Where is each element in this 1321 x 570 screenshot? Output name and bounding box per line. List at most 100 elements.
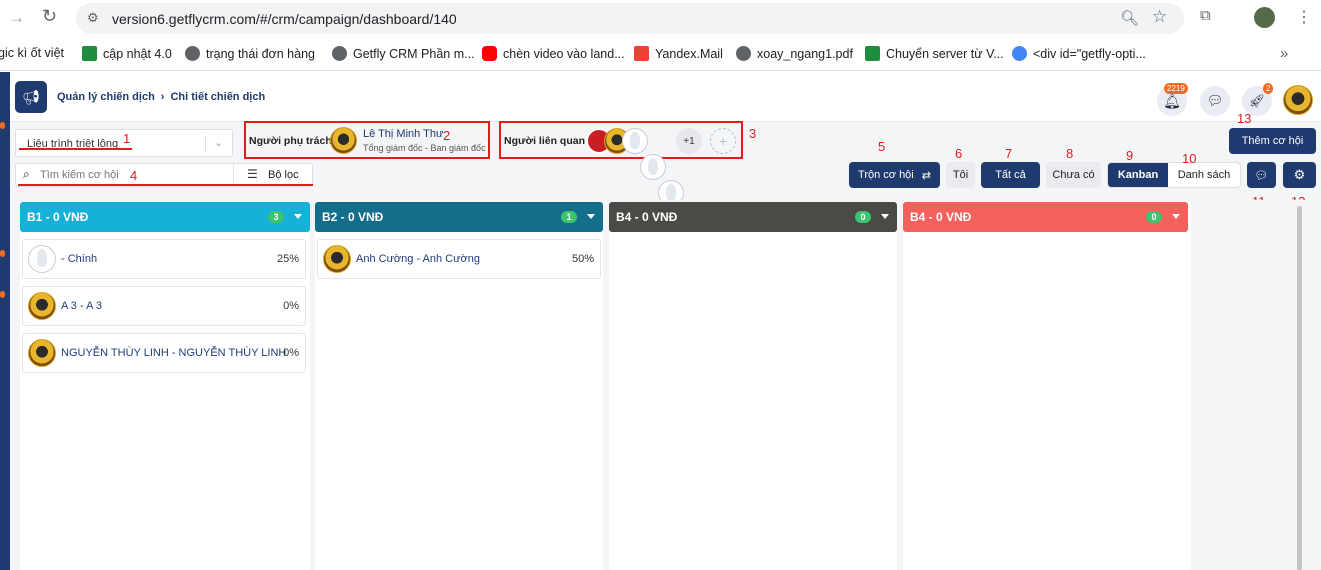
column-header[interactable]: B1 - 0 VNĐ 3 bbox=[20, 202, 310, 232]
card-percent: 0% bbox=[283, 300, 299, 312]
rocket-badge: 2 bbox=[1263, 83, 1274, 94]
bookmark-4[interactable]: chèn video vào land... bbox=[482, 46, 625, 61]
rocket-icon: 🚀︎ bbox=[1248, 93, 1266, 108]
me-filter-button[interactable]: Tôi bbox=[946, 162, 975, 188]
plus-icon: + bbox=[718, 133, 728, 149]
chevron-down-icon[interactable] bbox=[587, 214, 595, 219]
column-header[interactable]: B2 - 0 VNĐ 1 bbox=[315, 202, 603, 232]
kanban-column-b2: B2 - 0 VNĐ 1 Anh Cường - Anh Cường 50% bbox=[315, 202, 603, 570]
annotation-9: 9 bbox=[1126, 148, 1134, 163]
comments-button[interactable]: 💬︎ bbox=[1247, 162, 1276, 188]
breadcrumb-parent[interactable]: Quản lý chiến dịch bbox=[57, 91, 155, 103]
card-title[interactable]: Anh Cường - Anh Cường bbox=[356, 253, 480, 265]
add-related-button[interactable]: + bbox=[710, 128, 736, 154]
related-more-count[interactable]: +1 bbox=[676, 128, 702, 154]
url-text[interactable]: version6.getflycrm.com/#/crm/campaign/da… bbox=[112, 11, 457, 27]
kanban-view-tab[interactable]: Kanban bbox=[1108, 163, 1168, 187]
add-opportunity-button[interactable]: Thêm cơ hội bbox=[1229, 128, 1316, 154]
forward-icon[interactable]: → bbox=[8, 8, 25, 28]
owner-field[interactable]: Người phụ trách Lê Thị Minh Thư Tổng giá… bbox=[248, 125, 488, 156]
column-title: B2 - 0 VNĐ bbox=[322, 210, 384, 224]
bookmark-3[interactable]: Getfly CRM Phần m... bbox=[332, 46, 475, 61]
bookmarks-overflow-icon[interactable]: » bbox=[1280, 45, 1288, 62]
bookmark-0[interactable]: gic kì ốt việt bbox=[0, 46, 64, 60]
column-count-badge: 1 bbox=[561, 211, 577, 223]
app-area: 📢︎ Quản lý chiến dịch › Chi tiết chiến d… bbox=[0, 72, 1321, 570]
chat-icon: 💬︎ bbox=[1254, 169, 1269, 182]
notification-badge: 2219 bbox=[1164, 83, 1188, 94]
card-title[interactable]: NGUYỄN THÙY LINH - NGUYỄN THÙY LINH bbox=[61, 347, 286, 359]
bookmark-5[interactable]: Yandex.Mail bbox=[634, 46, 723, 61]
annotation-underline-1 bbox=[19, 148, 132, 150]
opportunity-card[interactable]: - Chính 25% bbox=[22, 239, 306, 279]
chat-button[interactable]: 💬︎ bbox=[1200, 86, 1230, 116]
more-menu-icon[interactable]: ⋮ bbox=[1296, 7, 1312, 27]
swap-icon: ⇄ bbox=[921, 169, 931, 182]
google-icon bbox=[1012, 46, 1027, 61]
column-count-badge: 0 bbox=[855, 211, 871, 223]
annotation-3: 3 bbox=[749, 126, 757, 141]
owner-name: Lê Thị Minh Thư bbox=[363, 128, 444, 140]
bookmark-2[interactable]: trạng thái đơn hàng bbox=[185, 46, 315, 61]
chevron-down-icon[interactable] bbox=[1172, 214, 1180, 219]
column-header[interactable]: B4 - 0 VNĐ 0 bbox=[903, 202, 1188, 232]
opportunity-card[interactable]: A 3 - A 3 0% bbox=[22, 286, 306, 326]
left-rail bbox=[0, 72, 10, 570]
opportunity-card[interactable]: Anh Cường - Anh Cường 50% bbox=[317, 239, 601, 279]
bookmark-6[interactable]: xoay_ngang1.pdf bbox=[736, 46, 853, 61]
owner-label: Người phụ trách bbox=[249, 135, 332, 147]
bookmark-7[interactable]: Chuyển server từ V... bbox=[865, 46, 1004, 61]
card-percent: 25% bbox=[276, 253, 299, 265]
column-count-badge: 0 bbox=[1146, 211, 1162, 223]
site-settings-icon[interactable]: ⚙ bbox=[87, 10, 99, 26]
board-scrollbar[interactable] bbox=[1297, 206, 1302, 570]
megaphone-icon: 📢︎ bbox=[22, 88, 40, 105]
mail-icon bbox=[634, 46, 649, 61]
settings-button[interactable]: ⚙ bbox=[1283, 162, 1316, 188]
owner-title: Tổng giám đốc - Ban giám đốc bbox=[363, 143, 486, 153]
globe-icon bbox=[736, 46, 751, 61]
chevron-down-icon[interactable] bbox=[881, 214, 889, 219]
list-view-tab[interactable]: Danh sách bbox=[1168, 163, 1240, 187]
chat-icon: 💬︎ bbox=[1206, 93, 1224, 108]
breadcrumb-current: Chi tiết chiến dịch bbox=[170, 91, 266, 103]
column-header[interactable]: B4 - 0 VNĐ 0 bbox=[609, 202, 897, 232]
card-avatar bbox=[323, 245, 351, 273]
star-icon[interactable]: ☆ bbox=[1152, 7, 1167, 27]
campaign-logo[interactable]: 📢︎ bbox=[15, 81, 47, 113]
annotation-underline-4 bbox=[18, 184, 313, 186]
annotation-1: 1 bbox=[123, 131, 131, 146]
card-percent: 0% bbox=[283, 347, 299, 359]
all-filter-button[interactable]: Tất cả bbox=[981, 162, 1040, 188]
extensions-icon[interactable]: ⧉ bbox=[1200, 7, 1211, 24]
zoom-icon[interactable]: 🔍︎ bbox=[1120, 9, 1139, 27]
card-title[interactable]: A 3 - A 3 bbox=[61, 300, 102, 312]
bookmark-1[interactable]: cập nhật 4.0 bbox=[82, 46, 172, 61]
opportunity-card[interactable]: NGUYỄN THÙY LINH - NGUYỄN THÙY LINH 0% bbox=[22, 333, 306, 373]
none-filter-button[interactable]: Chưa có bbox=[1046, 162, 1101, 188]
breadcrumb: Quản lý chiến dịch › Chi tiết chiến dịch bbox=[57, 91, 265, 103]
owner-avatar bbox=[330, 127, 357, 154]
annotation-13: 13 bbox=[1237, 111, 1252, 126]
kanban-column-b4-red: B4 - 0 VNĐ 0 bbox=[903, 202, 1191, 570]
merge-opportunity-button[interactable]: Trộn cơ hội ⇄ bbox=[849, 162, 940, 188]
search-divider bbox=[233, 164, 234, 186]
bookmark-8[interactable]: <div id="getfly-opti... bbox=[1012, 46, 1146, 61]
chevron-down-icon[interactable] bbox=[294, 214, 302, 219]
annotation-7: 7 bbox=[1005, 146, 1013, 161]
address-bar[interactable]: ⚙ version6.getflycrm.com/#/crm/campaign/… bbox=[76, 3, 1184, 34]
view-toggle: Kanban Danh sách bbox=[1107, 162, 1241, 188]
card-avatar bbox=[28, 292, 56, 320]
annotation-6: 6 bbox=[955, 146, 963, 161]
profile-avatar[interactable] bbox=[1254, 7, 1275, 28]
related-people-field[interactable]: Người liên quan +1 + bbox=[503, 125, 739, 206]
rail-dot-icon bbox=[0, 250, 5, 257]
youtube-icon bbox=[482, 46, 497, 61]
card-title[interactable]: - Chính bbox=[61, 253, 97, 265]
filter-button[interactable]: Bộ lọc bbox=[268, 169, 299, 181]
card-avatar bbox=[28, 245, 56, 273]
user-avatar[interactable] bbox=[1283, 85, 1313, 115]
annotation-2: 2 bbox=[443, 128, 451, 143]
reload-icon[interactable]: ↻ bbox=[42, 6, 57, 27]
sheets-icon bbox=[865, 46, 880, 61]
